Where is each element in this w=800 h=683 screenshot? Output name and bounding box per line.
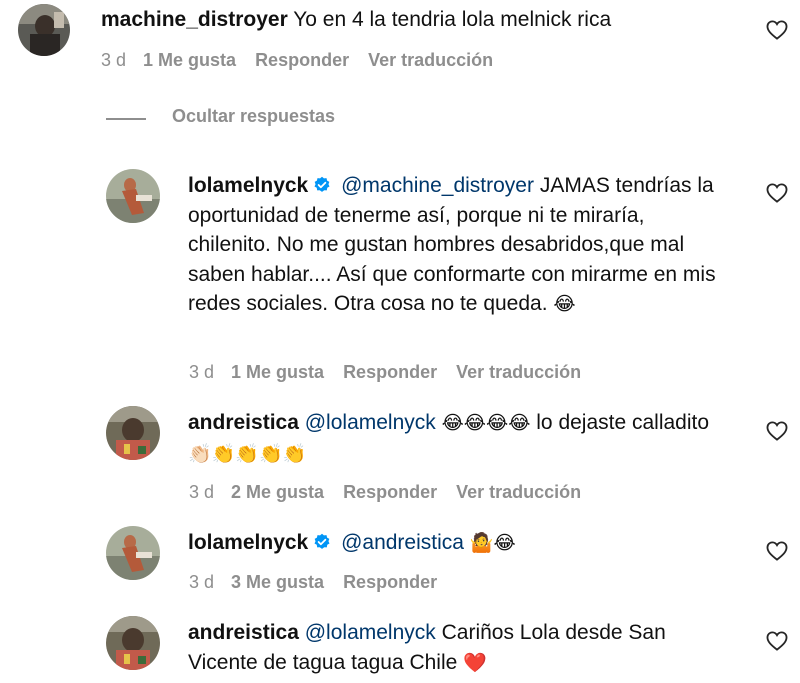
reply-button[interactable]: Responder	[343, 482, 437, 502]
avatar[interactable]	[106, 526, 160, 580]
translate-button[interactable]: Ver traducción	[368, 50, 493, 70]
comment-text: machine_distroyer Yo en 4 la tendria lol…	[101, 5, 741, 35]
comment-meta: 3 d 1 Me gusta Responder Ver traducción	[101, 50, 512, 71]
comment-time[interactable]: 3 d	[189, 482, 214, 502]
comment-username[interactable]: machine_distroyer	[101, 8, 288, 31]
like-button[interactable]	[766, 20, 790, 42]
likes-count[interactable]: 2 Me gusta	[231, 482, 324, 502]
comment-text: andreistica @lolamelnyck 😂😂😂😂 lo dejaste…	[188, 408, 728, 469]
likes-count[interactable]: 1 Me gusta	[231, 362, 324, 382]
emoji-laughing: 😂	[553, 293, 576, 316]
emoji-heart: ❤️	[463, 651, 487, 674]
divider	[106, 118, 146, 120]
heart-outline-icon	[766, 20, 788, 40]
heart-outline-icon	[766, 541, 788, 561]
comment-username[interactable]: andreistica	[188, 621, 299, 644]
comment-text: lolamelnyck @machine_distroyer JAMAS ten…	[188, 171, 728, 320]
emoji-shrug-laughing: 🤷😂	[469, 532, 516, 554]
translate-button[interactable]: Ver traducción	[456, 362, 581, 382]
reply-button[interactable]: Responder	[343, 572, 437, 592]
avatar[interactable]	[106, 406, 160, 460]
like-button[interactable]	[766, 421, 790, 443]
comment-time[interactable]: 3 d	[101, 50, 126, 70]
comment-meta: 3 d 2 Me gusta Responder Ver traducción	[189, 482, 600, 503]
reply-button[interactable]: Responder	[343, 362, 437, 382]
mention-link[interactable]: @andreistica	[341, 531, 464, 554]
like-button[interactable]	[766, 183, 790, 205]
verified-badge-icon	[313, 176, 331, 194]
heart-outline-icon	[766, 421, 788, 441]
heart-outline-icon	[766, 631, 788, 651]
likes-count[interactable]: 1 Me gusta	[143, 50, 236, 70]
comment-body: lo dejaste calladito	[536, 411, 710, 434]
mention-link[interactable]: @lolamelnyck	[305, 621, 436, 644]
comment-body: Yo en 4 la tendria lola melnick rica	[293, 8, 612, 31]
comment-username[interactable]: lolamelnyck	[188, 531, 308, 554]
reply-button[interactable]: Responder	[255, 50, 349, 70]
emoji-laughing: 😂😂😂😂	[441, 412, 531, 434]
mention-link[interactable]: @machine_distroyer	[341, 174, 534, 197]
mention-link[interactable]: @lolamelnyck	[305, 411, 436, 434]
comment-meta: 3 d 1 Me gusta Responder Ver traducción	[189, 362, 600, 383]
comment-text: andreistica @lolamelnyck Cariños Lola de…	[188, 618, 728, 678]
comment-text: lolamelnyck @andreistica 🤷😂	[188, 528, 728, 559]
verified-badge-icon	[313, 533, 331, 551]
like-button[interactable]	[766, 631, 790, 653]
likes-count[interactable]: 3 Me gusta	[231, 572, 324, 592]
hide-replies-label: Ocultar respuestas	[172, 106, 336, 126]
like-button[interactable]	[766, 541, 790, 563]
avatar[interactable]	[18, 4, 70, 56]
comment-time[interactable]: 3 d	[189, 362, 214, 382]
avatar[interactable]	[106, 169, 160, 223]
comment-time[interactable]: 3 d	[189, 572, 214, 592]
heart-outline-icon	[766, 183, 788, 203]
comment-meta: 3 d 3 Me gusta Responder	[189, 572, 456, 593]
emoji-clapping: 👏🏻👏👏👏👏	[188, 442, 307, 465]
avatar[interactable]	[106, 616, 160, 670]
translate-button[interactable]: Ver traducción	[456, 482, 581, 502]
comment-username[interactable]: lolamelnyck	[188, 174, 308, 197]
comment-username[interactable]: andreistica	[188, 411, 299, 434]
